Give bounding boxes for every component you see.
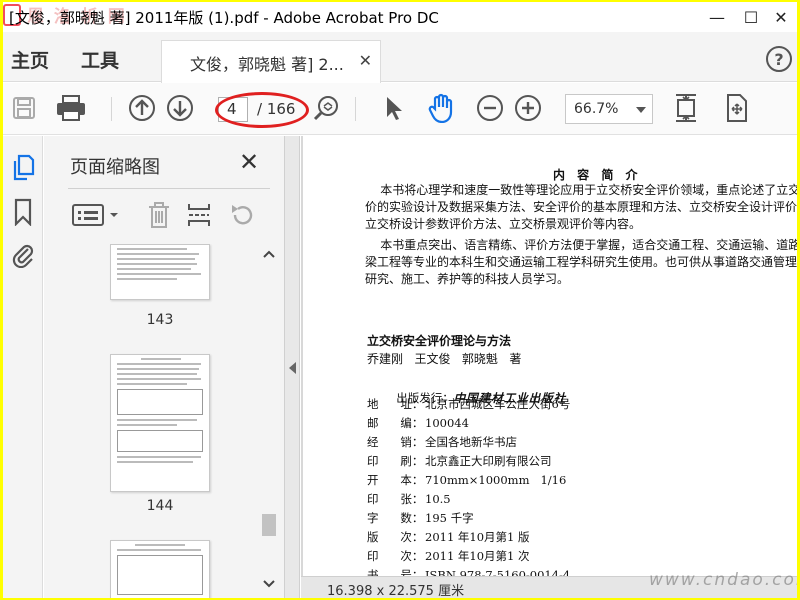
detail-row: 开 本： 710mm×1000mm 1/16 <box>367 473 567 487</box>
tab-close-icon[interactable]: ✕ <box>359 51 372 70</box>
toolbar-divider <box>111 97 112 121</box>
chevron-down-icon <box>636 107 646 113</box>
delete-page-icon[interactable] <box>146 201 172 229</box>
paragraph-line: 梁工程等专业的本科生和交通运输工程学科研究生使用。也可供从事道路交通管理、 <box>365 255 797 269</box>
panel-splitter[interactable] <box>284 136 300 598</box>
page-thumbnails-panel: 页面缩略图 ✕ 143 144 <box>44 136 284 598</box>
zoom-search-icon[interactable] <box>311 93 341 123</box>
hand-tool-icon[interactable] <box>425 93 457 123</box>
tab-tools[interactable]: 工具 <box>81 46 119 73</box>
thumbnail-page[interactable] <box>110 354 210 492</box>
tab-home[interactable]: 主页 <box>11 46 49 73</box>
paragraph-line: 本书将心理学和速度一致性等理论应用于立交桥安全评价领域，重点论述了立交 <box>365 183 797 197</box>
zoom-in-icon[interactable] <box>513 93 543 123</box>
panel-close-icon[interactable]: ✕ <box>239 148 259 176</box>
detail-row: 印 次： 2011 年10月第1 次 <box>367 549 530 563</box>
next-page-icon[interactable] <box>165 93 195 123</box>
collapse-panel-icon[interactable] <box>289 362 296 374</box>
attachment-icon[interactable] <box>11 240 35 269</box>
thumbnail-label: 144 <box>146 498 174 514</box>
detail-row: 印 张： 10.5 <box>367 492 451 506</box>
rotate-page-icon[interactable] <box>228 201 256 229</box>
full-screen-icon[interactable] <box>721 93 751 123</box>
select-cursor-icon[interactable] <box>381 93 407 123</box>
detail-row: 印 刷： 北京鑫正大印刷有限公司 <box>367 454 552 468</box>
site-watermark: www.cndao.com <box>649 570 797 590</box>
print-icon[interactable] <box>53 93 89 123</box>
panel-toolbar <box>68 198 268 230</box>
page-size-readout: 16.398 x 22.575 厘米 <box>327 584 465 598</box>
paragraph-line: 立交桥设计参数评价方法、立交桥景观评价等内容。 <box>365 217 642 231</box>
tab-document[interactable]: 文俊，郭晓魁 著] 2... ✕ <box>161 40 381 83</box>
toolbar-divider <box>355 97 356 121</box>
thumbnail-page[interactable] <box>110 540 210 598</box>
title-bar: 恩 洛 析 网 [文俊，郭晓魁 著] 2011年版 (1).pdf - Adob… <box>3 2 797 32</box>
main-toolbar: 4 / 166 66.7% <box>3 83 797 135</box>
detail-row: 经 销： 全国各地新华书店 <box>367 435 517 449</box>
pdf-page: 内 容 简 介 本书将心理学和速度一致性等理论应用于立交桥安全评价领域，重点论述… <box>303 136 797 582</box>
save-icon[interactable] <box>9 93 39 123</box>
bookmark-icon[interactable] <box>11 198 35 227</box>
zoom-value: 66.7% <box>574 101 619 117</box>
paragraph-line: 研究、施工、养护等的科技人员学习。 <box>365 272 570 286</box>
red-circle-annotation <box>215 92 309 128</box>
scroll-down-icon[interactable] <box>263 580 275 588</box>
document-viewport[interactable]: 内 容 简 介 本书将心理学和速度一致性等理论应用于立交桥安全评价领域，重点论述… <box>301 136 797 598</box>
book-authors: 乔建刚 王文俊 郭晓魁 著 <box>367 352 522 366</box>
detail-row: 地 址： 北京市西城区车公庄大街6号 <box>367 397 571 411</box>
left-navigation-rail <box>3 136 43 598</box>
thumbnail-options-icon[interactable] <box>72 202 122 228</box>
restore-button[interactable]: ☐ <box>737 6 765 28</box>
tab-bar: 主页 工具 文俊，郭晓魁 著] 2... ✕ ? <box>3 32 797 83</box>
detail-row: 字 数： 195 千字 <box>367 511 474 525</box>
zoom-select[interactable]: 66.7% <box>565 94 653 124</box>
minimize-button[interactable]: — <box>703 6 731 28</box>
thumbnail-page[interactable] <box>110 244 210 300</box>
section-title: 内 容 简 介 <box>553 168 642 182</box>
scroll-thumb[interactable] <box>262 514 276 536</box>
panel-divider <box>68 188 270 189</box>
insert-page-icon[interactable] <box>186 201 212 229</box>
paragraph-line: 本书重点突出、语言精练、评价方法便于掌握，适合交通工程、交通运输、道路 <box>365 238 797 252</box>
tab-document-label: 文俊，郭晓魁 著] 2... <box>190 55 344 74</box>
thumbnail-scrollbar[interactable] <box>259 246 279 598</box>
acrobat-window: 恩 洛 析 网 [文俊，郭晓魁 著] 2011年版 (1).pdf - Adob… <box>3 2 797 598</box>
window-title: [文俊，郭晓魁 著] 2011年版 (1).pdf - Adobe Acroba… <box>9 9 439 27</box>
close-button[interactable]: ✕ <box>767 6 795 28</box>
help-icon[interactable]: ? <box>766 46 792 72</box>
detail-row: 版 次： 2011 年10月第1 版 <box>367 530 530 544</box>
scroll-up-icon[interactable] <box>263 250 275 258</box>
fit-page-icon[interactable] <box>671 93 701 123</box>
paragraph-line: 价的实验设计及数据采集方法、安全评价的基本原理和方法、立交桥安全设计评价 <box>365 200 797 214</box>
thumbnail-list: 143 144 <box>44 244 284 598</box>
thumbnail-label: 143 <box>146 312 174 328</box>
previous-page-icon[interactable] <box>127 93 157 123</box>
zoom-out-icon[interactable] <box>475 93 505 123</box>
detail-row: 邮 编： 100044 <box>367 416 469 430</box>
page-thumbnails-icon[interactable] <box>11 154 35 181</box>
panel-title: 页面缩略图 <box>70 157 160 178</box>
book-title: 立交桥安全评价理论与方法 <box>367 334 512 348</box>
